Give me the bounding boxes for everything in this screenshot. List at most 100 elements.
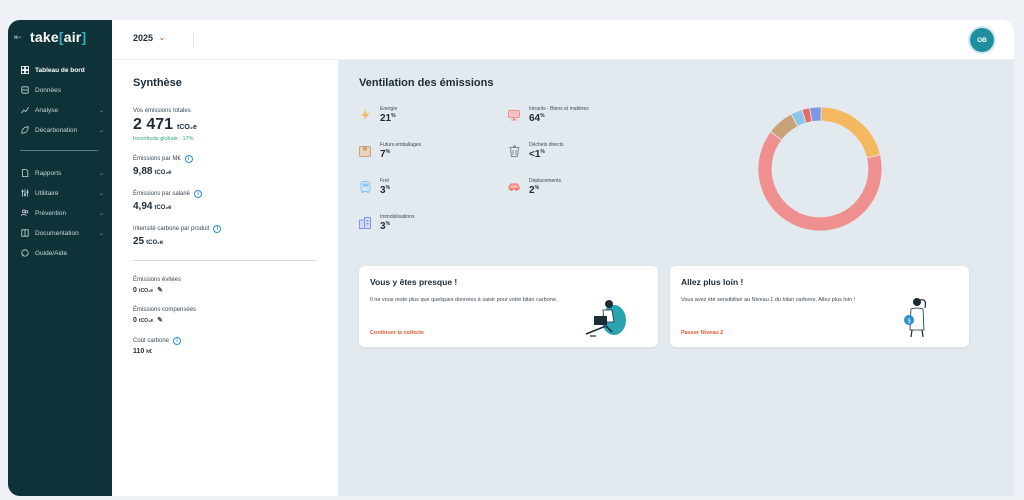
uncertainty-text: Incertitude globale : 17% — [133, 136, 194, 142]
info-icon[interactable]: i — [184, 155, 193, 163]
category-percent-sign: % — [391, 113, 396, 119]
package-icon — [359, 145, 371, 157]
sidebar-nav: Tableau de bord Données Analyse ⌄ Décarb… — [8, 60, 112, 140]
sidebar-item-tableau-de-bord[interactable]: Tableau de bord — [8, 60, 112, 80]
emissions-per-meur-value: 9,88 — [133, 166, 153, 177]
sidebar-item-label: Données — [35, 86, 62, 94]
book-icon — [20, 228, 30, 238]
offset-emissions: Émissions compensées 0 tCO₂e ✎ — [133, 307, 317, 324]
card-aller-plus-loin: Allez plus loin ! Vous avez été sensibil… — [670, 266, 969, 347]
section-divider — [133, 260, 317, 261]
chevron-down-icon: ⌄ — [98, 210, 104, 217]
card-title: Vous y êtes presque ! — [370, 277, 458, 287]
avoided-emissions-label: Émissions évitées — [133, 277, 182, 283]
sidebar-item-decarbonation[interactable]: Décarbonation ⌄ — [8, 120, 112, 140]
category-value-row: 2% — [529, 185, 561, 196]
avatar[interactable]: OB — [970, 28, 994, 52]
info-icon[interactable]: i — [173, 337, 182, 345]
person-coin-illustration: $ — [904, 298, 927, 338]
emissions-per-employee-value: 4,94 — [133, 201, 153, 212]
divider — [193, 32, 194, 48]
sidebar-item-rapports[interactable]: Rapports ⌄ — [8, 163, 112, 183]
category-percent-sign: % — [385, 221, 391, 227]
dashboard-icon — [20, 65, 30, 75]
info-icon[interactable]: i — [213, 225, 222, 233]
emissions-per-meur-value-row: 9,88 tCO₂e — [133, 166, 317, 177]
category-name: Fret — [380, 178, 389, 184]
category-name: Déplacements — [529, 178, 561, 184]
category-value-row: <1% — [529, 149, 563, 160]
carbon-cost-label: Coût carbone — [133, 338, 170, 344]
card-text: Vous avez été sensibilisé au Niveau 1 du… — [681, 297, 855, 303]
carbon-intensity-value-row: 25 tCO₂e — [133, 236, 317, 247]
category-deplacements: Déplacements 2% — [508, 178, 561, 196]
top-bar: 2025 ⌄ OB — [112, 20, 1014, 60]
info-icon[interactable]: i — [194, 190, 203, 198]
category-name: Futurs emballages — [380, 142, 422, 148]
sidebar-item-label: Utilitaire — [35, 189, 59, 197]
pencil-icon[interactable]: ✎ — [157, 286, 163, 294]
avoided-emissions-value-row: 0 tCO₂e ✎ — [133, 286, 317, 294]
avoided-emissions-unit: tCO₂e — [138, 288, 154, 294]
category-percent-sign: % — [540, 113, 545, 119]
carbon-cost-value-row: 110 k€ — [133, 348, 317, 355]
person-laptop-illustration — [585, 300, 626, 337]
category-name: Intrants - Biens et matières — [529, 106, 589, 112]
building-icon — [359, 217, 371, 229]
category-value-row: 3% — [380, 185, 390, 196]
carbon-cost-label-row: Coût carbone i — [133, 337, 317, 345]
ventilation-panel: Ventilation des émissions Energie 21% In… — [338, 60, 1014, 496]
help-chat-icon — [20, 248, 30, 258]
sidebar-header: ⇤ take[air] — [8, 20, 112, 54]
chevron-down-icon: ⌄ — [98, 107, 104, 114]
sidebar-item-label: Analyse — [35, 106, 59, 114]
card-title: Allez plus loin ! — [681, 277, 744, 287]
emissions-per-employee-label: Émissions par salarié — [133, 191, 191, 197]
carbon-cost-unit: k€ — [146, 349, 152, 355]
donut-slice-energie[interactable] — [820, 106, 881, 159]
category-intrants: Intrants - Biens et matières 64% — [508, 106, 589, 124]
card-collecte: Vous y êtes presque ! Il ne vous reste p… — [359, 266, 658, 347]
svg-text:$: $ — [907, 318, 911, 325]
year-value: 2025 — [133, 33, 154, 43]
sidebar-item-label: Guide/Aide — [35, 249, 68, 257]
emissions-per-employee-unit: tCO₂e — [154, 205, 172, 211]
sidebar: ⇤ take[air] Tableau de bord Données Anal… — [8, 20, 112, 496]
next-level-link[interactable]: Passer Niveau 2 — [681, 330, 723, 336]
chevron-down-icon: ⌄ — [98, 190, 104, 197]
app-logo[interactable]: take[air] — [30, 29, 86, 45]
chevron-down-icon: ⌄ — [98, 230, 104, 237]
synthese-title: Synthèse — [133, 77, 182, 89]
category-value: 21 — [380, 113, 392, 124]
sidebar-item-documentation[interactable]: Documentation ⌄ — [8, 223, 112, 243]
category-name: Déchets directs — [529, 142, 564, 148]
category-value-row: 64% — [529, 113, 589, 124]
avoided-emissions-value: 0 — [133, 287, 137, 294]
collapse-left-icon[interactable]: ⇤ — [14, 32, 30, 43]
category-value: 64 — [529, 113, 541, 124]
carbon-intensity-value: 25 — [133, 236, 145, 247]
pencil-icon[interactable]: ✎ — [157, 316, 163, 324]
carbon-cost-value: 110 — [133, 348, 145, 355]
category-percent-sign: % — [540, 149, 545, 155]
monitor-icon — [508, 109, 520, 121]
category-fret: Fret 3% — [359, 178, 390, 196]
users-icon — [20, 208, 30, 218]
sidebar-item-prevention[interactable]: Prévention ⌄ — [8, 203, 112, 223]
sidebar-item-label: Prévention — [35, 209, 67, 217]
category-name: Immobilisations — [380, 214, 415, 220]
card-text: Il ne vous reste plus que quelques donné… — [370, 297, 558, 303]
sidebar-item-utilitaire[interactable]: Utilitaire ⌄ — [8, 183, 112, 203]
continue-collecte-link[interactable]: Continuer la collecte — [370, 330, 424, 336]
synthese-panel: Synthèse Vos émissions totales 2 471 tCO… — [112, 60, 338, 496]
sidebar-item-guide-aide[interactable]: Guide/Aide — [8, 243, 112, 263]
sidebar-item-analyse[interactable]: Analyse ⌄ — [8, 100, 112, 120]
sidebar-item-donnees[interactable]: Données — [8, 80, 112, 100]
sidebar-item-label: Décarbonation — [35, 126, 78, 134]
year-selector[interactable]: 2025 ⌄ — [133, 33, 165, 43]
chevron-down-icon: ⌄ — [98, 170, 104, 177]
category-percent-sign: % — [385, 185, 391, 191]
database-icon — [20, 85, 30, 95]
donut-slice-immobilisations[interactable] — [809, 106, 822, 123]
energy-icon — [359, 109, 371, 121]
